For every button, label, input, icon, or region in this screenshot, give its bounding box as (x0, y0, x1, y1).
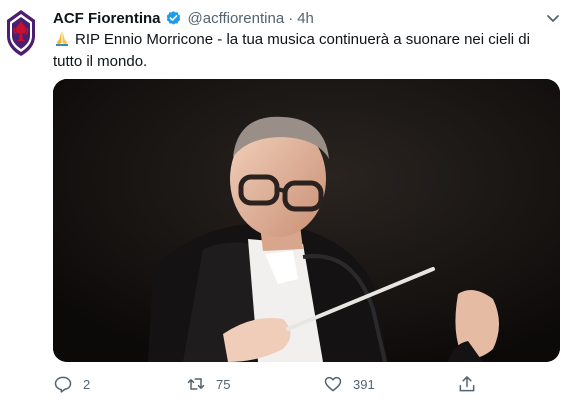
separator-dot: · (288, 9, 294, 27)
verified-badge-icon (165, 10, 182, 27)
like-count: 391 (353, 376, 375, 392)
tweet-text-line1: RIP Ennio Morricone - la tua musica cont… (75, 31, 530, 48)
chevron-down-icon[interactable] (544, 9, 562, 27)
tweet-photo[interactable] (53, 79, 560, 362)
tweet-text-line2: tutto il mondo. (53, 53, 148, 70)
author-handle[interactable]: @acffiorentina (188, 10, 285, 27)
share-icon (459, 376, 475, 392)
tweet-actions: 2 75 391 (53, 372, 533, 396)
tweet-text: RIP Ennio Morricone - la tua musica cont… (53, 29, 553, 73)
tweet-header: ACF Fiorentina @acffiorentina · 4h (53, 7, 314, 29)
like-button[interactable]: 391 (323, 372, 375, 396)
heart-icon (324, 376, 342, 392)
fiorentina-crest-icon (7, 10, 35, 56)
author-name[interactable]: ACF Fiorentina (53, 10, 161, 27)
retweet-icon (187, 378, 205, 390)
avatar[interactable] (5, 8, 37, 58)
folded-hands-emoji-icon (53, 30, 71, 46)
tweet[interactable]: ACF Fiorentina @acffiorentina · 4h RIP E… (0, 0, 573, 406)
reply-count: 2 (83, 376, 91, 392)
share-button[interactable] (457, 372, 477, 396)
retweet-count: 75 (216, 376, 231, 392)
reply-button[interactable]: 2 (53, 372, 90, 396)
timestamp[interactable]: 4h (297, 10, 314, 27)
retweet-button[interactable]: 75 (186, 372, 230, 396)
conductor-photo (53, 79, 560, 362)
reply-icon (54, 376, 72, 393)
